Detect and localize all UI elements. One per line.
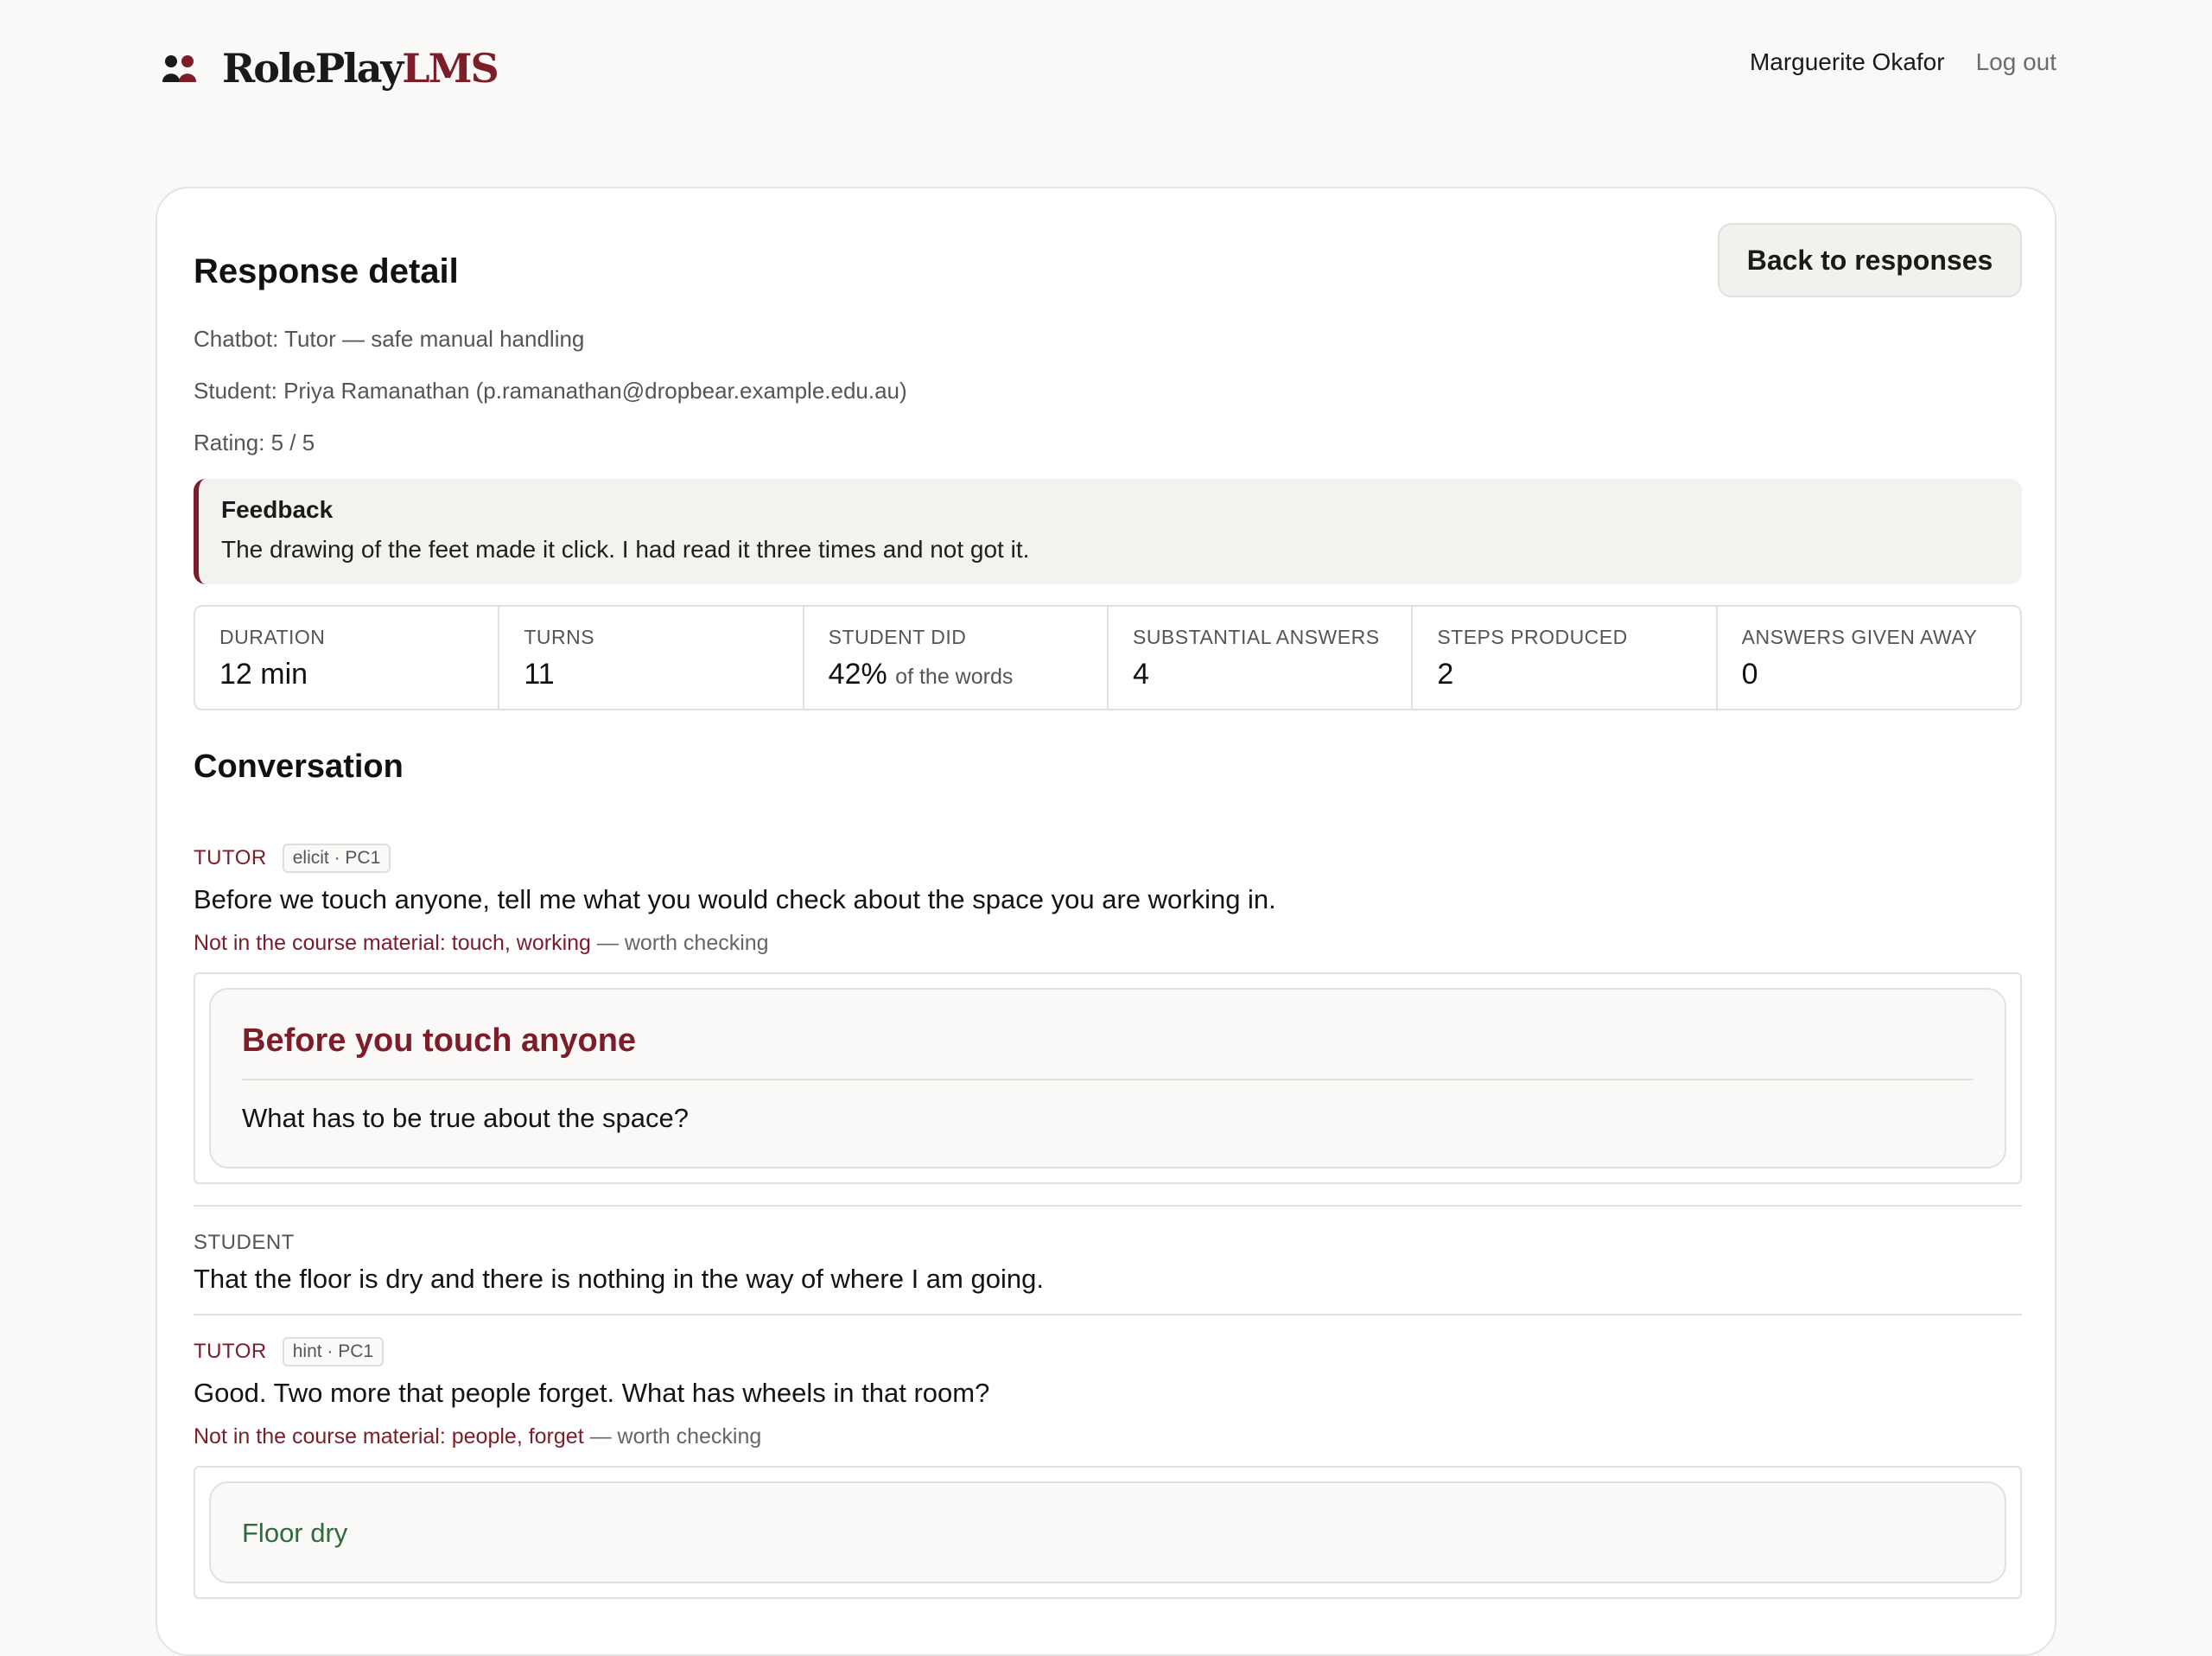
message-tutor: TUTOR elicit · PC1 Before we touch anyon… xyxy=(194,841,2022,1184)
stat-answers-given-away: Answers given away 0 xyxy=(1741,626,1978,691)
people-icon xyxy=(162,55,196,82)
student-info: Student: Priya Ramanathan (p.ramanathan@… xyxy=(194,378,907,404)
feedback-box: Feedback The drawing of the feet made it… xyxy=(194,479,2022,584)
header-row: Response detail Back to responses xyxy=(194,223,2022,301)
user-name: Marguerite Okafor xyxy=(1749,48,1945,75)
message-divider xyxy=(194,1205,2022,1207)
role-label: TUTOR xyxy=(194,846,267,869)
stat-steps-produced: Steps produced 2 xyxy=(1413,607,1718,709)
move-tag: elicit · PC1 xyxy=(282,844,391,873)
role-label: STUDENT xyxy=(194,1231,295,1254)
material-warning: Not in the course material: touch, worki… xyxy=(194,931,769,955)
page-title: Response detail xyxy=(194,252,459,290)
response-card: Response detail Back to responses Chatbo… xyxy=(156,187,2056,1656)
top-bar: RolePlayLMS Marguerite Okafor Log out xyxy=(0,0,2212,130)
artifact-text: What has to be true about the space? xyxy=(242,1103,690,1133)
stat-turns: Turns 11 xyxy=(499,607,804,709)
message-text: Before we touch anyone, tell me what you… xyxy=(194,884,1276,914)
message-text: That the floor is dry and there is nothi… xyxy=(194,1264,1044,1294)
artifact-item: Floor dry xyxy=(242,1518,348,1548)
feedback-text: The drawing of the feet made it click. I… xyxy=(221,536,1030,563)
feedback-label: Feedback xyxy=(221,496,334,523)
artifact-title: Before you touch anyone xyxy=(242,1022,1974,1080)
step-artifact: Before you touch anyone What has to be t… xyxy=(194,972,2022,1184)
material-warning: Not in the course material: people, forg… xyxy=(194,1424,762,1449)
brand-name: RolePlayLMS xyxy=(222,45,499,92)
stats-strip: Duration 12 min Turns 11 Student did 42%… xyxy=(194,605,2022,710)
chatbot-info: Chatbot: Tutor — safe manual handling xyxy=(194,326,585,352)
message-text: Good. Two more that people forget. What … xyxy=(194,1378,990,1408)
message-divider xyxy=(194,1314,2022,1315)
stat-student-did: Student did 42% of the words xyxy=(804,607,1109,709)
back-to-responses-button[interactable]: Back to responses xyxy=(1718,223,2022,297)
move-tag: hint · PC1 xyxy=(282,1337,385,1366)
stat-substantial-answers: Substantial answers 4 xyxy=(1109,607,1414,709)
rating-info: Rating: 5 / 5 xyxy=(194,430,315,455)
role-label: TUTOR xyxy=(194,1340,267,1363)
conversation-title: Conversation xyxy=(194,748,404,785)
logout-link[interactable]: Log out xyxy=(1976,48,2056,76)
step-artifact: Floor dry xyxy=(194,1466,2022,1599)
stat-duration: Duration 12 min xyxy=(195,607,500,709)
message-tutor: TUTOR hint · PC1 Good. Two more that peo… xyxy=(194,1334,2022,1599)
user-area: Marguerite Okafor Log out xyxy=(1750,48,2056,76)
brand-logo[interactable]: RolePlayLMS xyxy=(162,43,499,93)
message-student: STUDENT That the floor is dry and there … xyxy=(194,1226,2022,1296)
